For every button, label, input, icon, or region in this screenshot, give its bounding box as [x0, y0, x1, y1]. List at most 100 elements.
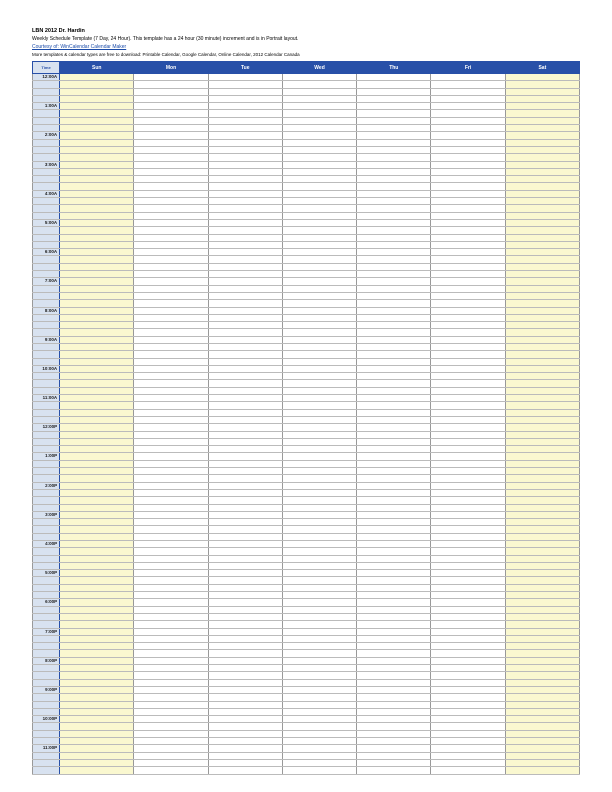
- schedule-cell[interactable]: [357, 482, 431, 489]
- schedule-cell[interactable]: [431, 307, 505, 314]
- schedule-cell[interactable]: [60, 453, 134, 460]
- schedule-cell[interactable]: [134, 723, 208, 730]
- schedule-cell[interactable]: [134, 395, 208, 402]
- schedule-cell[interactable]: [134, 219, 208, 226]
- schedule-cell[interactable]: [60, 475, 134, 482]
- schedule-cell[interactable]: [282, 343, 356, 350]
- schedule-cell[interactable]: [282, 570, 356, 577]
- schedule-cell[interactable]: [431, 438, 505, 445]
- schedule-cell[interactable]: [282, 402, 356, 409]
- schedule-cell[interactable]: [282, 694, 356, 701]
- schedule-cell[interactable]: [134, 300, 208, 307]
- schedule-cell[interactable]: [505, 241, 579, 248]
- schedule-cell[interactable]: [60, 154, 134, 161]
- schedule-cell[interactable]: [282, 657, 356, 664]
- schedule-cell[interactable]: [208, 679, 282, 686]
- schedule-cell[interactable]: [357, 227, 431, 234]
- schedule-cell[interactable]: [60, 599, 134, 606]
- schedule-cell[interactable]: [60, 416, 134, 423]
- schedule-cell[interactable]: [134, 431, 208, 438]
- schedule-cell[interactable]: [431, 125, 505, 132]
- schedule-cell[interactable]: [134, 504, 208, 511]
- schedule-cell[interactable]: [60, 387, 134, 394]
- schedule-cell[interactable]: [282, 271, 356, 278]
- schedule-cell[interactable]: [357, 212, 431, 219]
- schedule-cell[interactable]: [282, 95, 356, 102]
- schedule-cell[interactable]: [357, 358, 431, 365]
- schedule-cell[interactable]: [208, 358, 282, 365]
- schedule-cell[interactable]: [431, 249, 505, 256]
- schedule-cell[interactable]: [282, 168, 356, 175]
- schedule-cell[interactable]: [505, 183, 579, 190]
- schedule-cell[interactable]: [282, 650, 356, 657]
- schedule-cell[interactable]: [60, 555, 134, 562]
- schedule-cell[interactable]: [357, 431, 431, 438]
- schedule-cell[interactable]: [431, 679, 505, 686]
- schedule-cell[interactable]: [282, 219, 356, 226]
- schedule-cell[interactable]: [505, 219, 579, 226]
- schedule-cell[interactable]: [282, 577, 356, 584]
- schedule-cell[interactable]: [505, 227, 579, 234]
- schedule-cell[interactable]: [60, 103, 134, 110]
- schedule-cell[interactable]: [60, 322, 134, 329]
- schedule-cell[interactable]: [208, 716, 282, 723]
- schedule-cell[interactable]: [208, 234, 282, 241]
- schedule-cell[interactable]: [282, 541, 356, 548]
- schedule-cell[interactable]: [208, 592, 282, 599]
- schedule-cell[interactable]: [282, 125, 356, 132]
- schedule-cell[interactable]: [431, 161, 505, 168]
- schedule-cell[interactable]: [357, 146, 431, 153]
- schedule-cell[interactable]: [60, 701, 134, 708]
- schedule-cell[interactable]: [282, 708, 356, 715]
- schedule-cell[interactable]: [282, 438, 356, 445]
- schedule-cell[interactable]: [505, 665, 579, 672]
- schedule-cell[interactable]: [60, 336, 134, 343]
- schedule-cell[interactable]: [134, 285, 208, 292]
- schedule-cell[interactable]: [357, 117, 431, 124]
- schedule-cell[interactable]: [282, 686, 356, 693]
- schedule-cell[interactable]: [505, 278, 579, 285]
- schedule-cell[interactable]: [60, 716, 134, 723]
- schedule-cell[interactable]: [208, 767, 282, 774]
- schedule-cell[interactable]: [431, 117, 505, 124]
- schedule-cell[interactable]: [505, 322, 579, 329]
- schedule-cell[interactable]: [505, 110, 579, 117]
- schedule-cell[interactable]: [134, 657, 208, 664]
- schedule-cell[interactable]: [208, 161, 282, 168]
- schedule-cell[interactable]: [134, 701, 208, 708]
- schedule-cell[interactable]: [208, 365, 282, 372]
- schedule-cell[interactable]: [282, 497, 356, 504]
- schedule-cell[interactable]: [134, 562, 208, 569]
- schedule-cell[interactable]: [282, 314, 356, 321]
- schedule-cell[interactable]: [60, 234, 134, 241]
- schedule-cell[interactable]: [282, 198, 356, 205]
- schedule-cell[interactable]: [431, 95, 505, 102]
- schedule-cell[interactable]: [431, 205, 505, 212]
- schedule-cell[interactable]: [431, 154, 505, 161]
- schedule-cell[interactable]: [60, 424, 134, 431]
- schedule-cell[interactable]: [357, 716, 431, 723]
- schedule-cell[interactable]: [505, 365, 579, 372]
- schedule-cell[interactable]: [134, 745, 208, 752]
- schedule-cell[interactable]: [357, 460, 431, 467]
- schedule-cell[interactable]: [134, 519, 208, 526]
- schedule-cell[interactable]: [357, 613, 431, 620]
- schedule-cell[interactable]: [282, 322, 356, 329]
- schedule-cell[interactable]: [431, 460, 505, 467]
- schedule-cell[interactable]: [357, 271, 431, 278]
- schedule-cell[interactable]: [505, 562, 579, 569]
- schedule-cell[interactable]: [357, 249, 431, 256]
- schedule-cell[interactable]: [134, 416, 208, 423]
- schedule-cell[interactable]: [208, 81, 282, 88]
- schedule-cell[interactable]: [357, 351, 431, 358]
- schedule-cell[interactable]: [60, 241, 134, 248]
- schedule-cell[interactable]: [60, 628, 134, 635]
- schedule-cell[interactable]: [431, 351, 505, 358]
- schedule-cell[interactable]: [357, 132, 431, 139]
- schedule-cell[interactable]: [282, 424, 356, 431]
- schedule-cell[interactable]: [357, 241, 431, 248]
- schedule-cell[interactable]: [208, 329, 282, 336]
- schedule-cell[interactable]: [431, 387, 505, 394]
- schedule-cell[interactable]: [505, 613, 579, 620]
- schedule-cell[interactable]: [60, 679, 134, 686]
